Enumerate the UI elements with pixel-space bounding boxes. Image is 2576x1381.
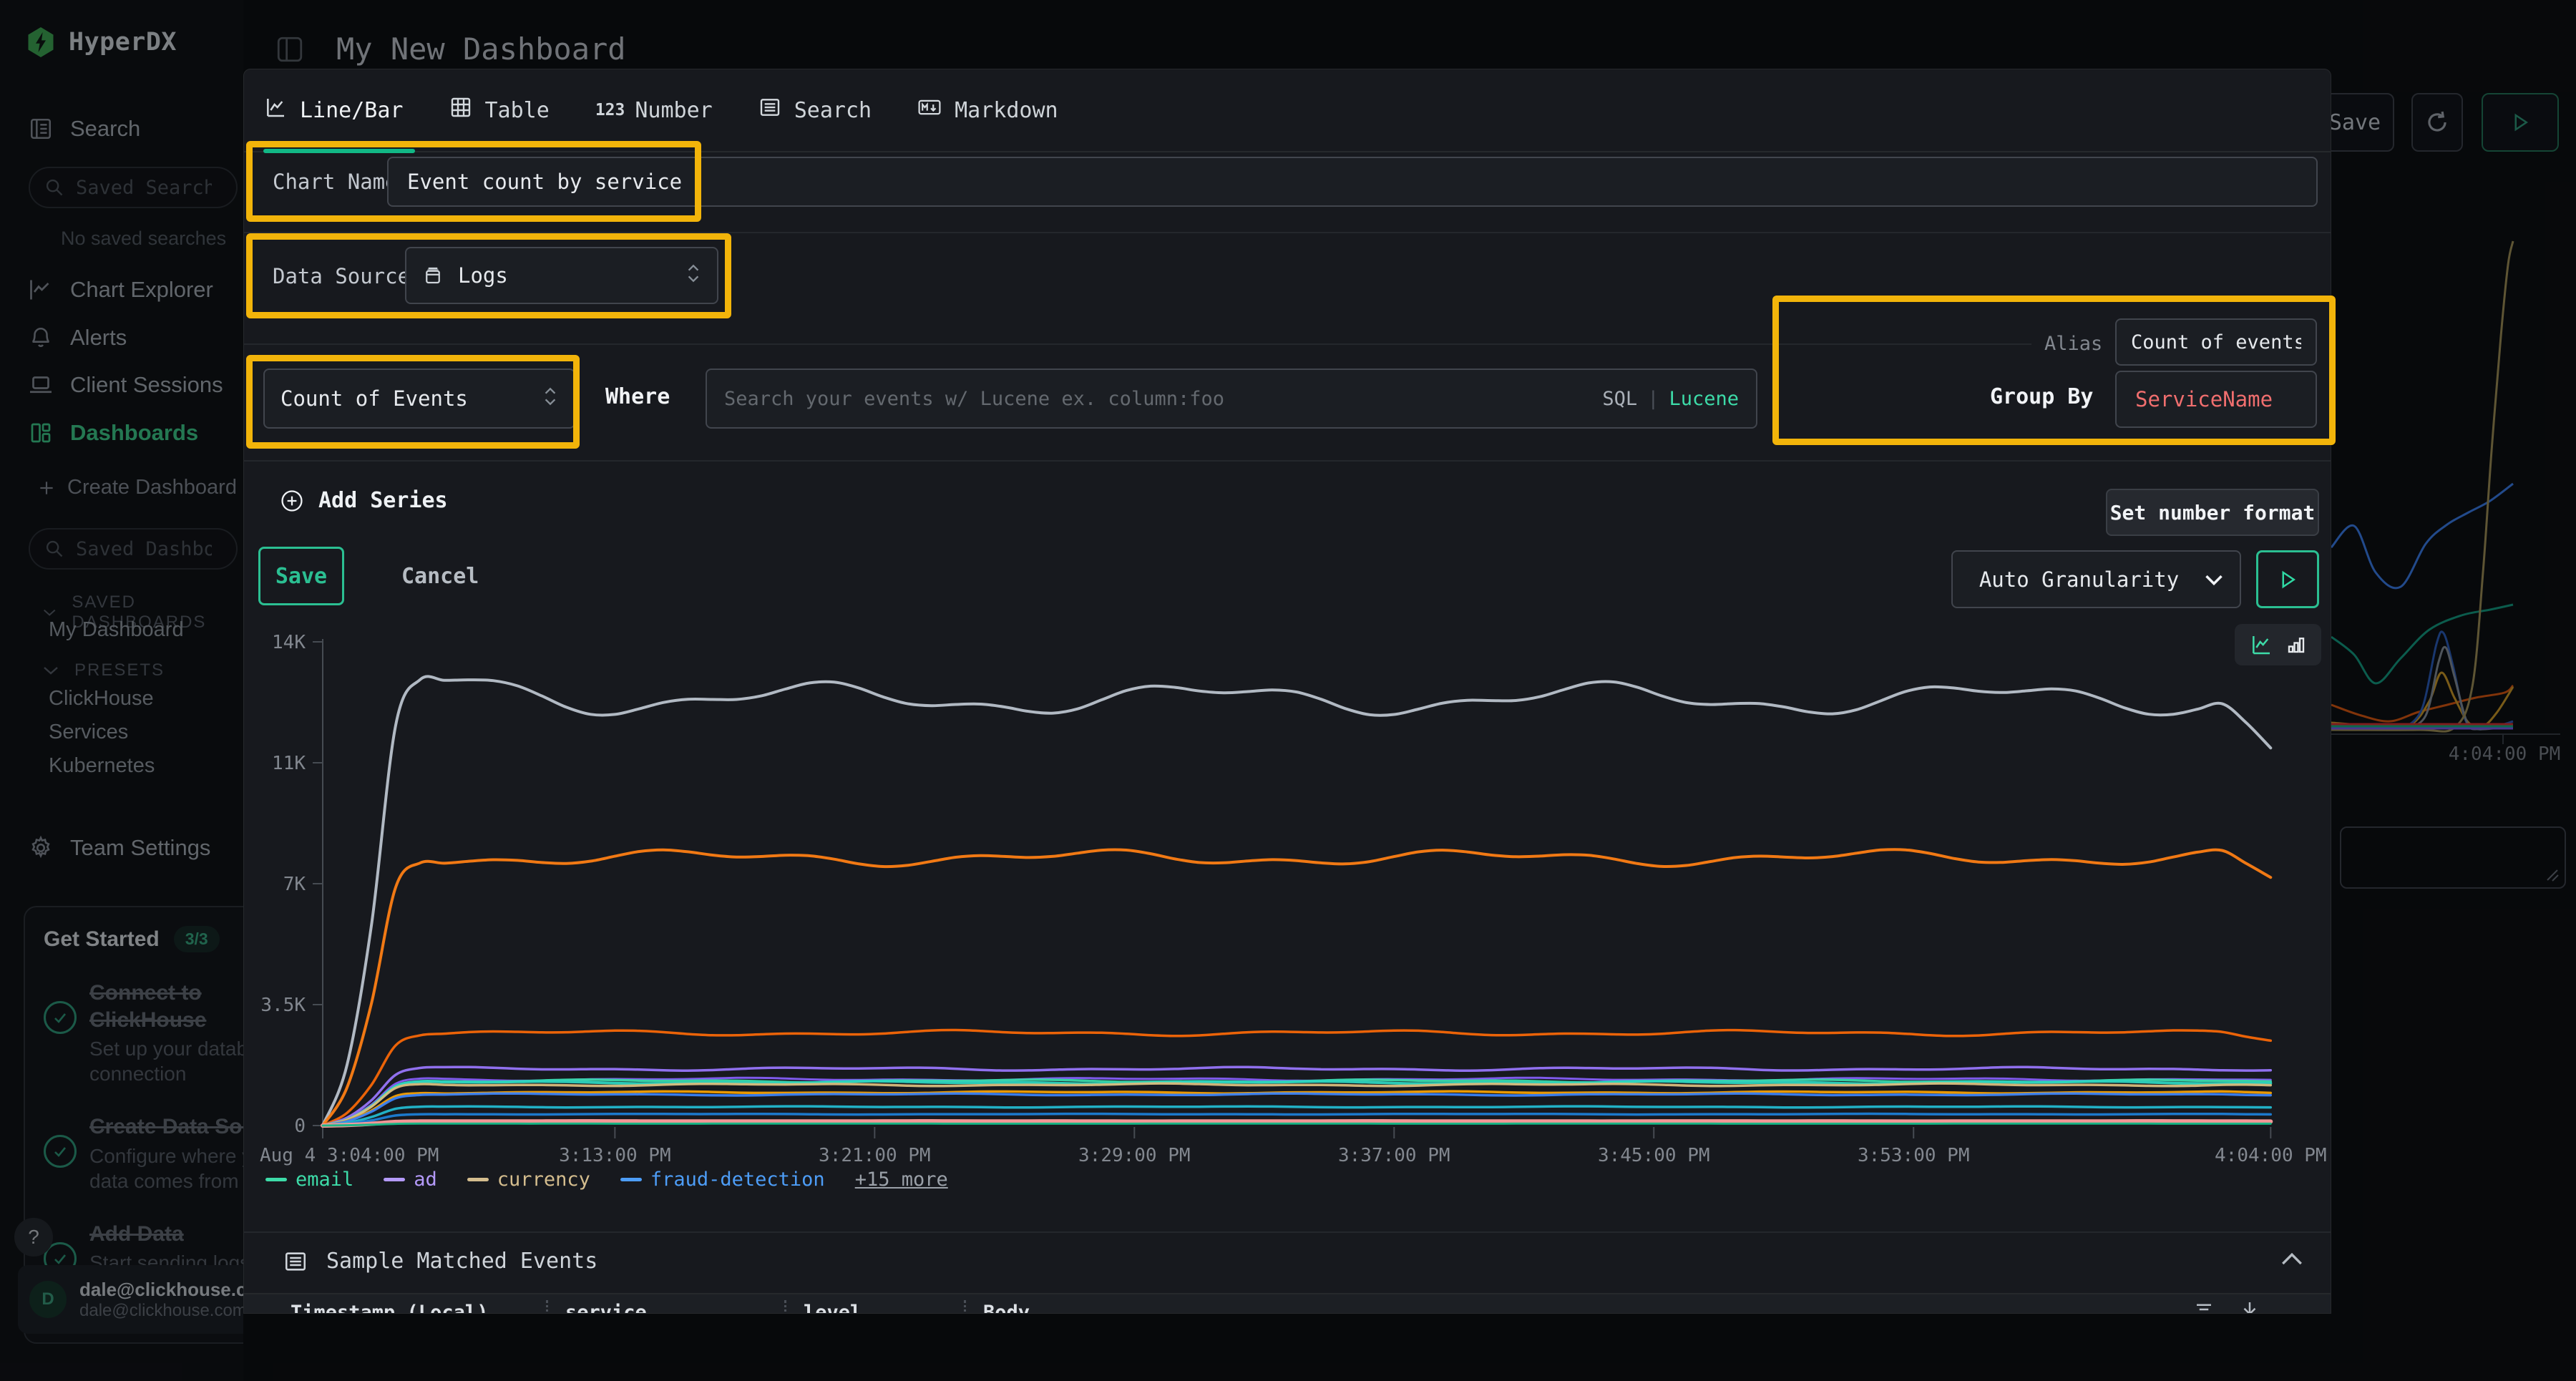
series-line-series-6 xyxy=(323,1081,2270,1126)
sample-matched-events-header[interactable]: Sample Matched Events xyxy=(283,1249,597,1274)
granularity-select[interactable]: Auto Granularity xyxy=(1951,550,2241,608)
chevron-down-icon xyxy=(2204,567,2224,592)
column-header-level[interactable]: level xyxy=(804,1294,964,1314)
run-chart-button[interactable] xyxy=(2256,550,2319,608)
column-header-timestamp-local-[interactable]: Timestamp (Local) xyxy=(291,1294,546,1314)
divider xyxy=(244,460,2331,462)
column-header-service[interactable]: service xyxy=(565,1294,784,1314)
select-updown-icon xyxy=(686,263,701,289)
chart-name-input[interactable] xyxy=(387,157,2318,207)
x-tick-label: 3:45:00 PM xyxy=(1598,1145,1710,1166)
events-table-header: Timestamp (Local) service level Body xyxy=(244,1293,2331,1314)
column-separator xyxy=(546,1300,548,1314)
alias-label: Alias xyxy=(2044,333,2102,355)
event-count-chart[interactable]: 0 3.5K 7K 11K 14K Aug 4 3:04:00 PM 3:13:00 PM 3… xyxy=(244,620,2331,1240)
chart-name-label: Chart Name xyxy=(273,170,398,194)
line-chart-icon xyxy=(264,96,287,125)
play-icon xyxy=(2277,569,2298,590)
legend-item-fraud-detection[interactable]: fraud-detection xyxy=(620,1168,825,1191)
legend-swatch xyxy=(265,1178,287,1181)
x-tick-label: 3:53:00 PM xyxy=(1858,1145,1970,1166)
download-icon[interactable] xyxy=(2239,1299,2260,1314)
lucene-mode-toggle[interactable]: Lucene xyxy=(1669,388,1739,410)
x-tick-label: 3:13:00 PM xyxy=(559,1145,671,1166)
y-tick-label: 3.5K xyxy=(260,995,306,1016)
y-tick-label: 14K xyxy=(272,632,306,653)
divider xyxy=(244,1231,2331,1233)
sql-mode-toggle[interactable]: SQL xyxy=(1602,388,1637,410)
x-tick-label: 3:21:00 PM xyxy=(819,1145,931,1166)
collapse-section-button[interactable] xyxy=(2280,1251,2304,1269)
active-tab-underline xyxy=(263,149,415,153)
tab-number[interactable]: 123 Number xyxy=(595,98,713,123)
number-123-icon: 123 xyxy=(595,101,625,119)
circled-plus-icon xyxy=(280,489,304,513)
x-tick-label: 4:04:00 PM xyxy=(2215,1145,2327,1166)
legend-more-link[interactable]: +15 more xyxy=(855,1168,948,1191)
edit-chart-modal: Line/Bar Table 123 Number Search Markdow… xyxy=(243,69,2331,1314)
list-icon xyxy=(758,96,781,125)
group-by-label: Group By xyxy=(1990,384,2094,409)
set-number-format-button[interactable]: Set number format xyxy=(2106,489,2319,536)
series-line-series-13 xyxy=(323,1123,2270,1126)
cancel-button[interactable]: Cancel xyxy=(387,547,493,605)
x-tick-label: Aug 4 3:04:00 PM xyxy=(260,1145,439,1166)
tab-line-bar[interactable]: Line/Bar xyxy=(264,96,404,125)
column-header-body[interactable]: Body xyxy=(983,1294,1627,1314)
legend-item-email[interactable]: email xyxy=(265,1168,353,1191)
list-icon xyxy=(283,1249,308,1274)
divider xyxy=(244,343,2031,345)
select-updown-icon xyxy=(542,386,558,412)
x-tick-label: 3:29:00 PM xyxy=(1078,1145,1191,1166)
chevron-up-icon xyxy=(2280,1251,2304,1266)
y-tick-label: 0 xyxy=(294,1116,306,1137)
divider xyxy=(244,232,2331,233)
data-source-label: Data Source xyxy=(273,264,410,288)
y-tick-label: 7K xyxy=(283,874,306,895)
series-line-series-0 xyxy=(323,676,2270,1126)
column-separator xyxy=(964,1300,966,1314)
add-series-button[interactable]: Add Series xyxy=(280,488,448,513)
chart-type-tabs: Line/Bar Table 123 Number Search Markdow… xyxy=(244,69,2331,152)
save-button[interactable]: Save xyxy=(258,547,344,605)
column-separator xyxy=(784,1300,786,1314)
database-icon xyxy=(422,265,444,286)
group-by-input[interactable] xyxy=(2115,371,2317,428)
y-tick-label: 11K xyxy=(272,753,306,774)
table-icon xyxy=(449,96,472,125)
table-header-icons xyxy=(2193,1299,2260,1314)
legend-swatch xyxy=(620,1178,642,1181)
legend-swatch xyxy=(384,1178,405,1181)
where-label: Where xyxy=(605,384,670,409)
legend-swatch xyxy=(467,1178,489,1181)
tab-table[interactable]: Table xyxy=(449,96,550,125)
markdown-icon xyxy=(917,96,942,125)
tab-search[interactable]: Search xyxy=(758,96,872,125)
legend-item-ad[interactable]: ad xyxy=(384,1168,437,1191)
filter-icon[interactable] xyxy=(2193,1299,2215,1314)
x-tick-label: 3:37:00 PM xyxy=(1338,1145,1450,1166)
tab-markdown[interactable]: Markdown xyxy=(917,96,1058,125)
legend-item-currency[interactable]: currency xyxy=(467,1168,590,1191)
where-search-box: SQL | Lucene xyxy=(706,369,1757,429)
alias-input[interactable] xyxy=(2115,318,2317,366)
where-input[interactable] xyxy=(724,388,1592,410)
aggregation-select[interactable]: Count of Events xyxy=(263,369,575,429)
chart-legend: email ad currency fraud-detection +15 more xyxy=(265,1168,948,1191)
data-source-select[interactable]: Logs xyxy=(405,247,718,304)
